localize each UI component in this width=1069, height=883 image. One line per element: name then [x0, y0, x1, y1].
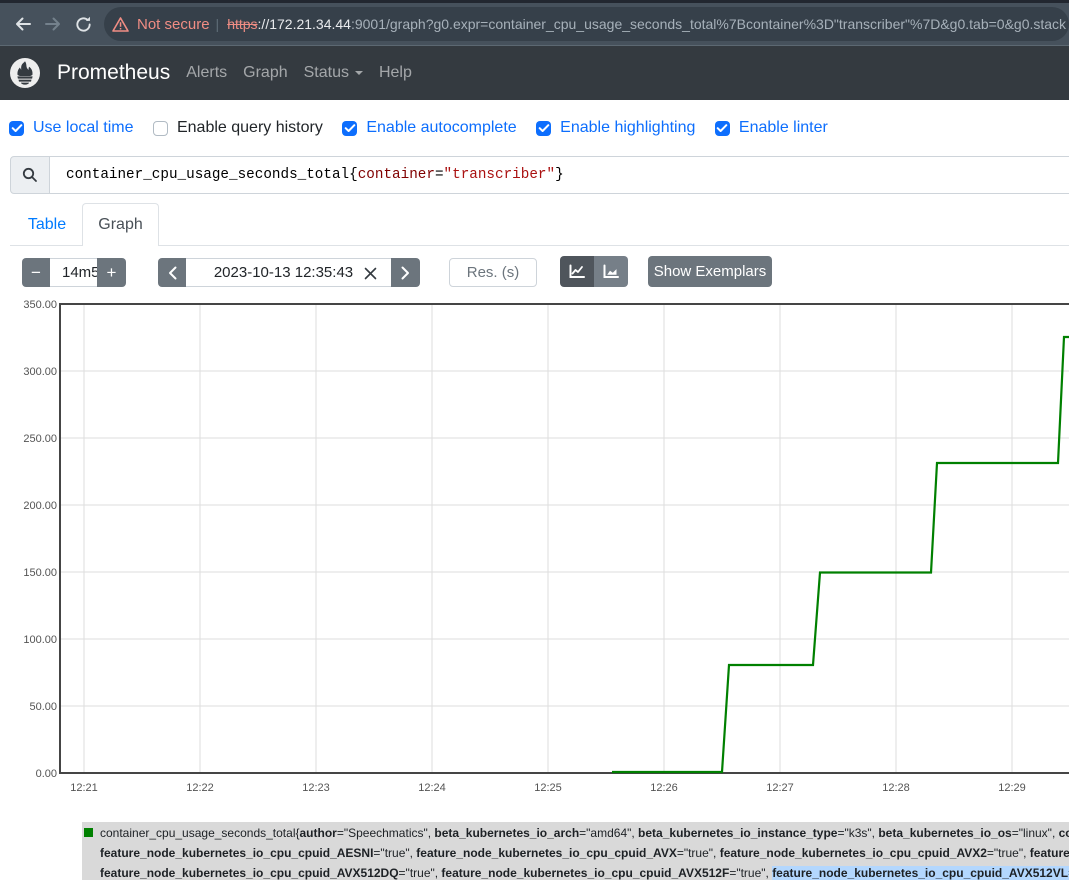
- svg-text:12:27: 12:27: [766, 782, 794, 794]
- svg-text:0.00: 0.00: [36, 768, 57, 780]
- svg-text:350.00: 350.00: [23, 299, 57, 311]
- svg-text:12:25: 12:25: [534, 782, 562, 794]
- svg-text:12:23: 12:23: [302, 782, 330, 794]
- svg-text:250.00: 250.00: [23, 433, 57, 445]
- svg-text:12:24: 12:24: [418, 782, 446, 794]
- svg-text:12:28: 12:28: [882, 782, 910, 794]
- svg-text:150.00: 150.00: [23, 567, 57, 579]
- svg-text:12:21: 12:21: [70, 782, 98, 794]
- svg-text:50.00: 50.00: [29, 701, 57, 713]
- svg-text:300.00: 300.00: [23, 366, 57, 378]
- svg-text:12:29: 12:29: [998, 782, 1026, 794]
- svg-text:12:26: 12:26: [650, 782, 678, 794]
- svg-text:100.00: 100.00: [23, 634, 57, 646]
- svg-text:200.00: 200.00: [23, 500, 57, 512]
- svg-text:12:22: 12:22: [186, 782, 214, 794]
